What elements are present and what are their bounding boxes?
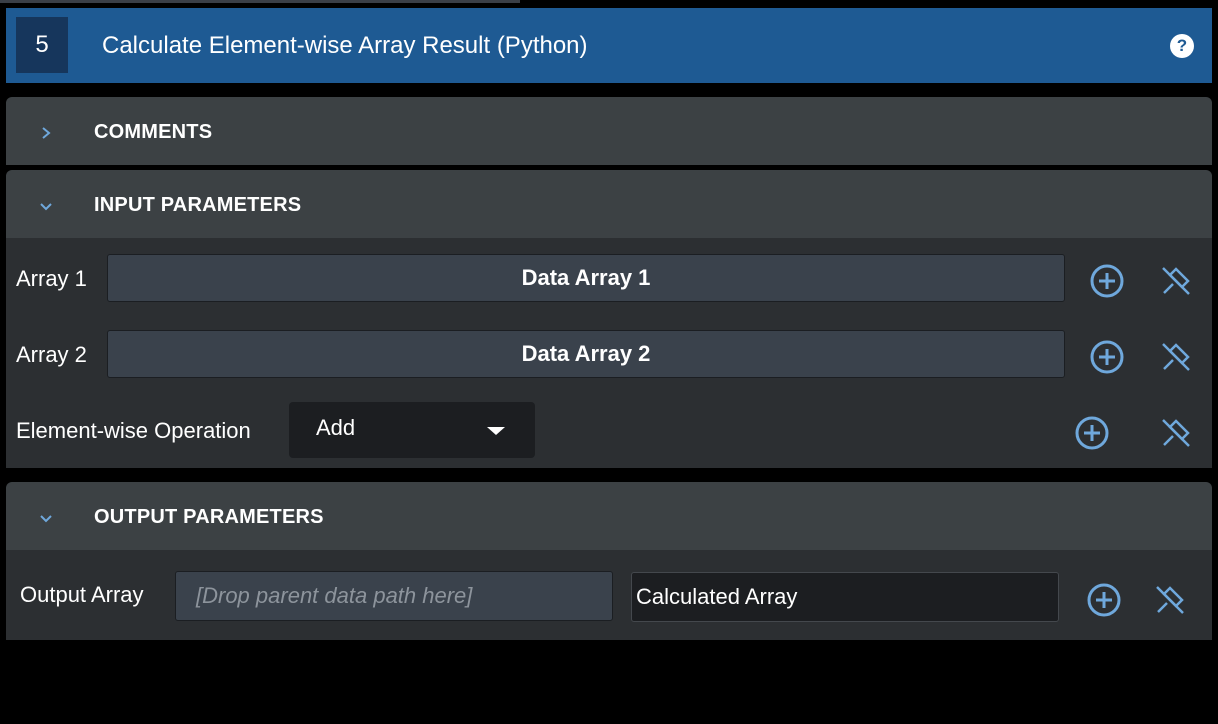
clear-pin-icon[interactable] (1158, 339, 1194, 375)
array1-selector[interactable]: Data Array 1 (107, 254, 1065, 302)
array1-label: Array 1 (16, 266, 87, 291)
filter-title: Calculate Element-wise Array Result (Pyt… (102, 32, 588, 59)
section-output-label: OUTPUT PARAMETERS (94, 506, 324, 528)
section-comments-label: COMMENTS (94, 121, 213, 143)
clear-pin-icon[interactable] (1152, 582, 1188, 618)
add-plus-icon[interactable] (1086, 582, 1122, 618)
operation-dropdown[interactable]: Add (289, 402, 535, 458)
output-array-name-input[interactable]: Calculated Array (631, 572, 1059, 622)
section-input-label: INPUT PARAMETERS (94, 194, 302, 216)
input-parameters-body: Array 1 Data Array 1 Array 2 Data Array … (6, 238, 1212, 468)
operation-label: Element-wise Operation (16, 418, 251, 443)
section-comments[interactable]: COMMENTS (6, 97, 1212, 165)
top-divider (0, 0, 520, 3)
clear-pin-icon[interactable] (1158, 415, 1194, 451)
chevron-down-icon[interactable] (36, 196, 56, 216)
filter-header: 5 Calculate Element-wise Array Result (P… (6, 8, 1212, 83)
array2-label: Array 2 (16, 342, 87, 367)
output-parameters-body: Output Array [Drop parent data path here… (6, 550, 1212, 640)
clear-pin-icon[interactable] (1158, 263, 1194, 299)
parent-path-drop-field[interactable]: [Drop parent data path here] (175, 571, 613, 621)
section-input-parameters[interactable]: INPUT PARAMETERS (6, 170, 1212, 238)
help-icon[interactable]: ? (1170, 34, 1194, 58)
filter-index: 5 (16, 17, 68, 73)
add-plus-icon[interactable] (1089, 263, 1125, 299)
chevron-down-icon[interactable] (36, 508, 56, 528)
operation-selected: Add (316, 415, 356, 440)
output-array-label: Output Array (20, 582, 144, 607)
caret-down-icon (487, 427, 505, 435)
chevron-right-icon[interactable] (36, 123, 56, 143)
add-plus-icon[interactable] (1089, 339, 1125, 375)
array2-selector[interactable]: Data Array 2 (107, 330, 1065, 378)
add-plus-icon[interactable] (1074, 415, 1110, 451)
section-output-parameters[interactable]: OUTPUT PARAMETERS (6, 482, 1212, 550)
